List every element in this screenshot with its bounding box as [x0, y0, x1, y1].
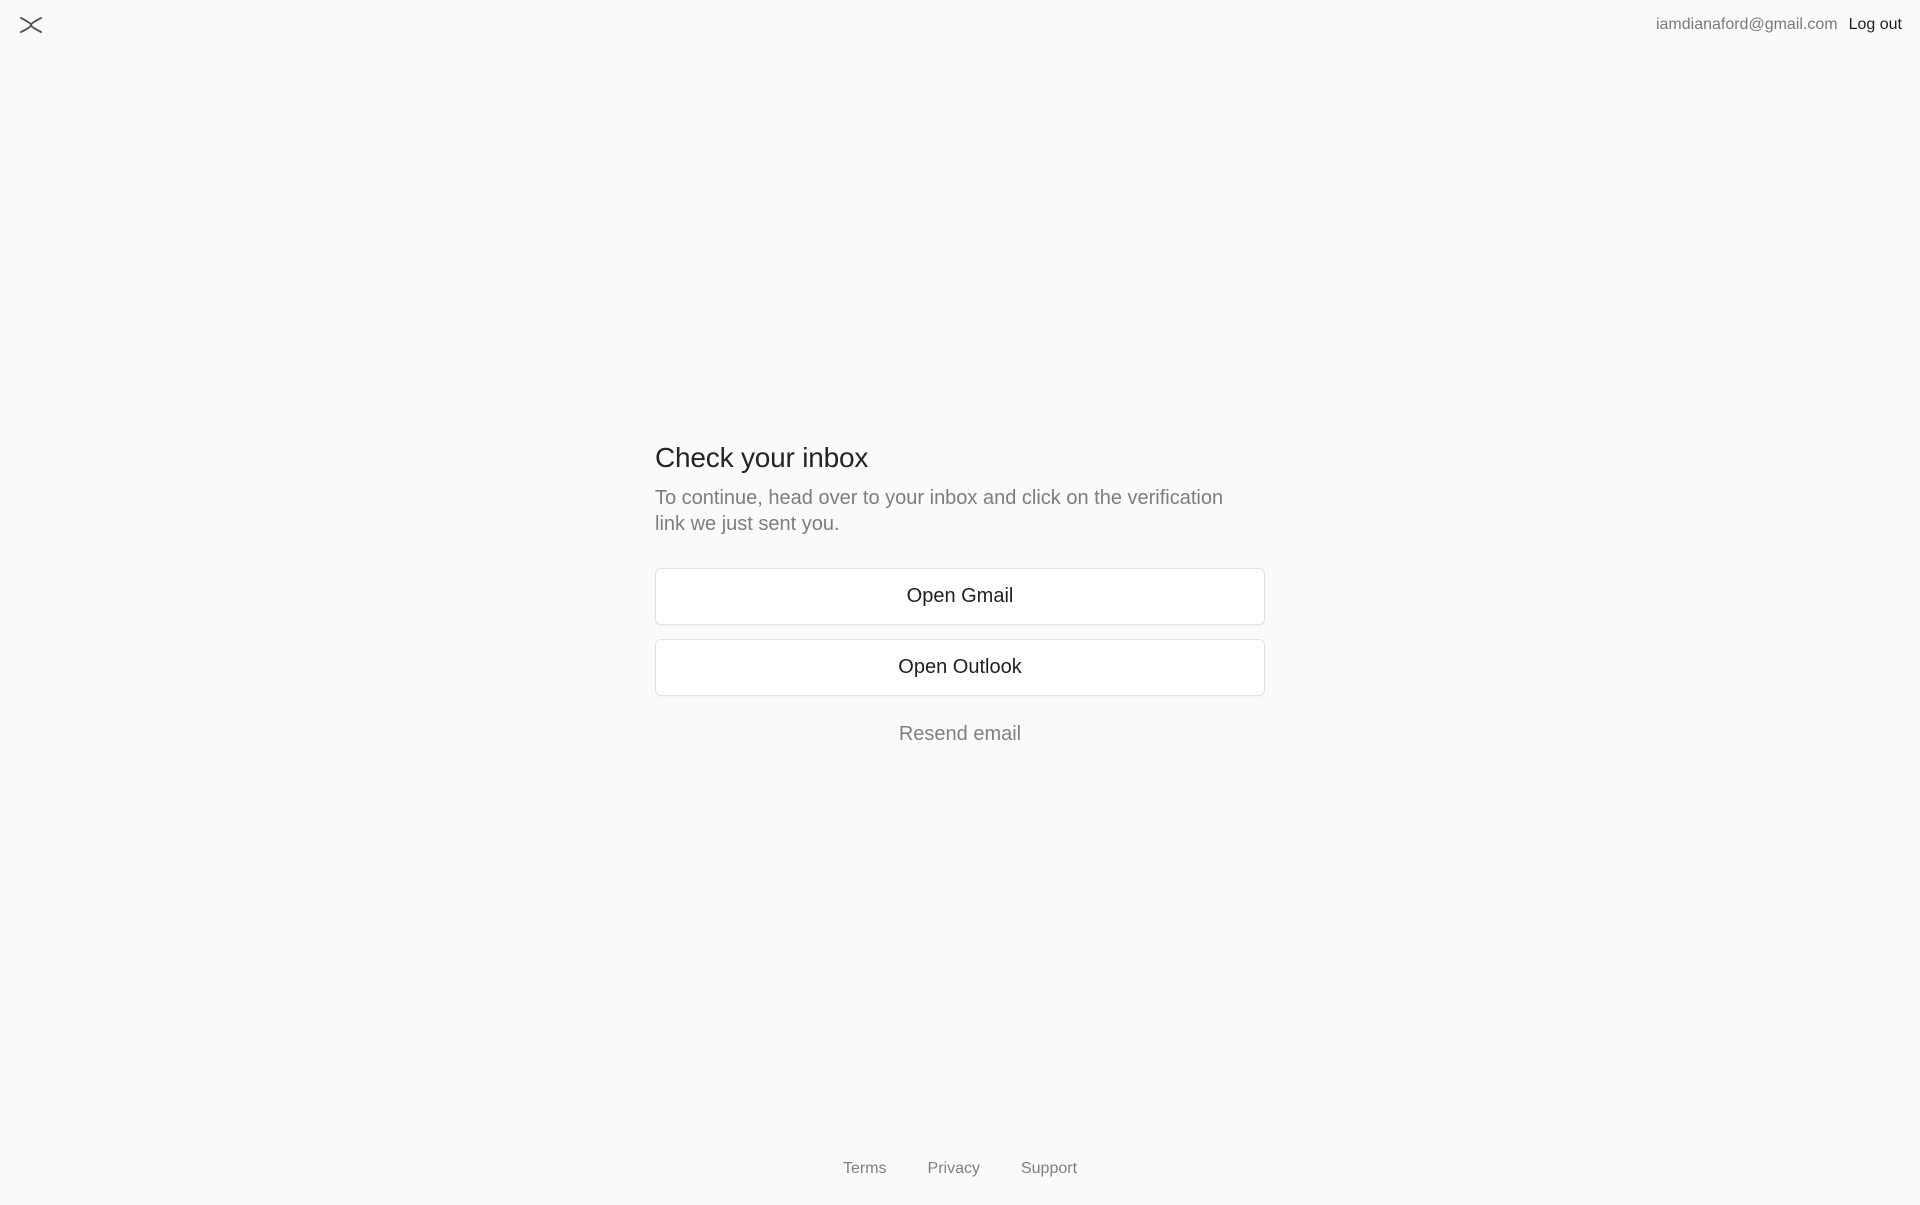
resend-email-link[interactable]: Resend email — [655, 722, 1265, 746]
open-outlook-button[interactable]: Open Outlook — [655, 639, 1265, 696]
x-logo-icon[interactable] — [18, 14, 44, 36]
footer-privacy-link[interactable]: Privacy — [928, 1159, 980, 1179]
footer-links: Terms Privacy Support — [0, 1159, 1920, 1179]
user-email: iamdianaford@gmail.com — [1655, 16, 1838, 33]
verify-email-page: iamdianaford@gmail.com Log out Check you… — [0, 0, 1920, 1205]
open-gmail-button[interactable]: Open Gmail — [655, 568, 1265, 625]
footer-support-link[interactable]: Support — [1021, 1159, 1077, 1179]
page-subtitle: To continue, head over to your inbox and… — [655, 487, 1224, 535]
account-bar: iamdianaford@gmail.com Log out — [1656, 15, 1902, 35]
footer-terms-link[interactable]: Terms — [843, 1159, 887, 1179]
verification-card: Check your inbox To continue, head over … — [655, 441, 1265, 746]
logout-link[interactable]: Log out — [1849, 15, 1902, 35]
page-title: Check your inbox — [655, 442, 869, 473]
